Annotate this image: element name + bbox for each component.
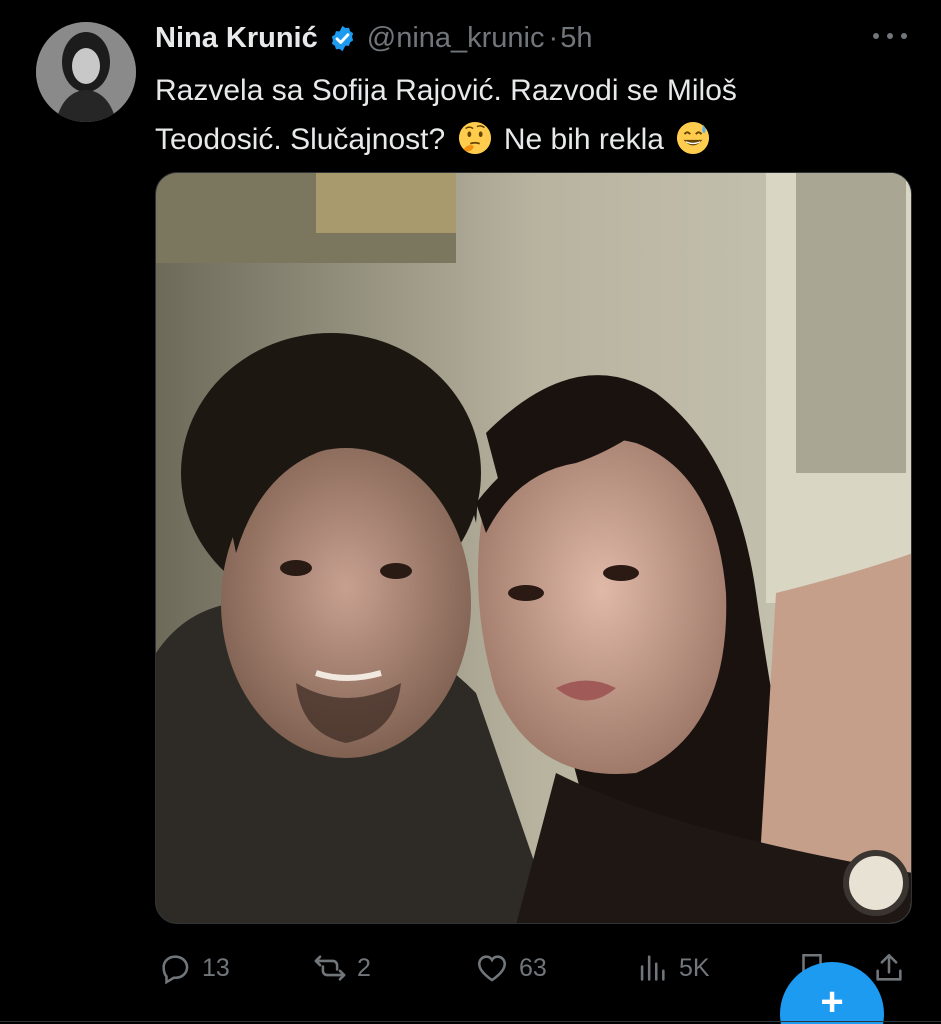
tweet-text-part2: Ne bih rekla [503,123,664,156]
verified-badge-icon [331,25,353,51]
divider [0,1021,941,1022]
avatar[interactable] [36,22,136,122]
tweet-text-line2: Teodosić. Slučajnost? Ne bih rekla [155,115,915,164]
more-options-icon[interactable] [868,26,912,46]
reply-count: 13 [202,953,230,982]
like-button[interactable]: 63 [475,940,547,996]
heart-icon [477,955,507,982]
tweet-text: Razvela sa Sofija Rajović. Razvodi se Mi… [155,66,915,164]
views-chart-icon [640,955,665,981]
share-icon [876,953,902,981]
tweet-text-part1: Teodosić. Slučajnost? [155,123,446,156]
tweet-timestamp[interactable]: 5h [560,22,592,55]
compose-plus-icon: + [820,980,844,1024]
reply-button[interactable]: 13 [158,940,230,996]
tweet[interactable]: Nina Krunić @nina_krunic · 5h Razvela sa… [0,0,941,1024]
avatar-image [36,22,136,122]
thinking-face-emoji [458,121,491,155]
tweet-header: Nina Krunić @nina_krunic · 5h [155,18,592,58]
photo-image [156,173,911,923]
views-button[interactable]: 5K [635,940,710,996]
retweet-count: 2 [357,953,371,982]
retweet-button[interactable]: 2 [313,940,371,996]
author-name[interactable]: Nina Krunić [155,22,318,55]
tweet-photo[interactable] [155,172,912,924]
retweet-icon [314,955,346,981]
author-handle[interactable]: @nina_krunic [367,22,545,55]
tweet-text-line1: Razvela sa Sofija Rajović. Razvodi se Mi… [155,74,737,107]
views-count: 5K [679,953,710,982]
grinning-sweat-emoji [677,121,710,155]
reply-icon [162,955,189,985]
separator-dot: · [548,21,559,54]
like-count: 63 [519,953,547,982]
